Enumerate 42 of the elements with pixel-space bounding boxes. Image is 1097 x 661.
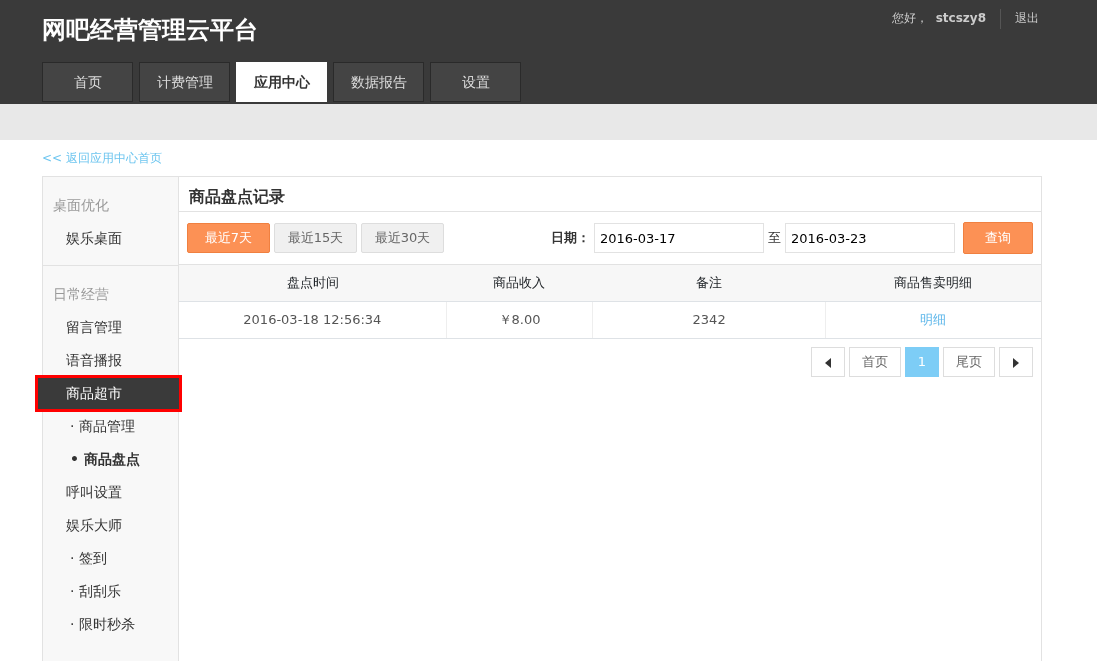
nav-tab[interactable]: 首页 — [42, 62, 133, 102]
table-cell: ￥8.00 — [446, 301, 593, 339]
column-header: 商品售卖明细 — [825, 264, 1041, 302]
sidebar-item[interactable]: 呼叫设置 — [43, 476, 178, 509]
sidebar-group-title: 桌面优化 — [52, 196, 110, 215]
next-page-button[interactable] — [999, 347, 1033, 377]
sidebar-group-title: 日常经营 — [52, 285, 110, 304]
nav-tab[interactable]: 应用中心 — [236, 62, 327, 102]
range-button[interactable]: 最近30天 — [361, 223, 444, 253]
site-title: 网吧经营管理云平台 — [42, 15, 258, 46]
sidebar-subitem[interactable]: · 签到 — [43, 542, 178, 575]
date-label: 日期： — [551, 229, 590, 248]
table-cell: 2342 — [592, 301, 826, 339]
sidebar-item[interactable]: 商品超市 — [37, 377, 180, 410]
previous-page-button[interactable] — [810, 347, 845, 377]
left-triangle-icon — [824, 357, 831, 368]
first-page-button[interactable]: 首页 — [848, 347, 901, 377]
panel-title: 商品盘点记录 — [179, 177, 1041, 212]
table-cell: 2016-03-18 12:56:34 — [179, 301, 447, 339]
right-triangle-icon — [1013, 357, 1019, 368]
column-header: 备注 — [592, 264, 826, 302]
sidebar-subitem[interactable]: • 商品盘点 — [43, 443, 178, 476]
nav-tab[interactable]: 设置 — [430, 62, 521, 102]
sidebar-subitem[interactable]: · 刮刮乐 — [43, 575, 178, 608]
nav-tab[interactable]: 计费管理 — [139, 62, 230, 102]
column-header: 商品收入 — [446, 264, 593, 302]
greeting-text: 您好， — [891, 10, 928, 27]
last-page-button[interactable]: 尾页 — [943, 347, 995, 377]
range-button[interactable]: 最近15天 — [274, 223, 357, 253]
logout-link[interactable]: 退出 — [1015, 9, 1039, 27]
nav-tab[interactable]: 数据报告 — [333, 62, 424, 102]
column-header: 盘点时间 — [179, 264, 447, 302]
date-from-field[interactable]: 2016-03-17 — [594, 223, 764, 253]
date-separator: 至 — [768, 229, 781, 248]
sidebar-item[interactable]: 留言管理 — [43, 311, 178, 344]
sidebar-item[interactable]: 娱乐桌面 — [43, 222, 178, 255]
sidebar-subitem[interactable]: · 商品管理 — [43, 410, 178, 443]
username: stcszy8 — [935, 10, 986, 27]
date-to-field[interactable]: 2016-03-23 — [785, 223, 955, 253]
sidebar-item[interactable]: 娱乐大师 — [43, 509, 178, 542]
sidebar-subitem[interactable]: · 限时秒杀 — [43, 608, 178, 641]
sidebar-item[interactable]: 语音播报 — [43, 344, 178, 377]
